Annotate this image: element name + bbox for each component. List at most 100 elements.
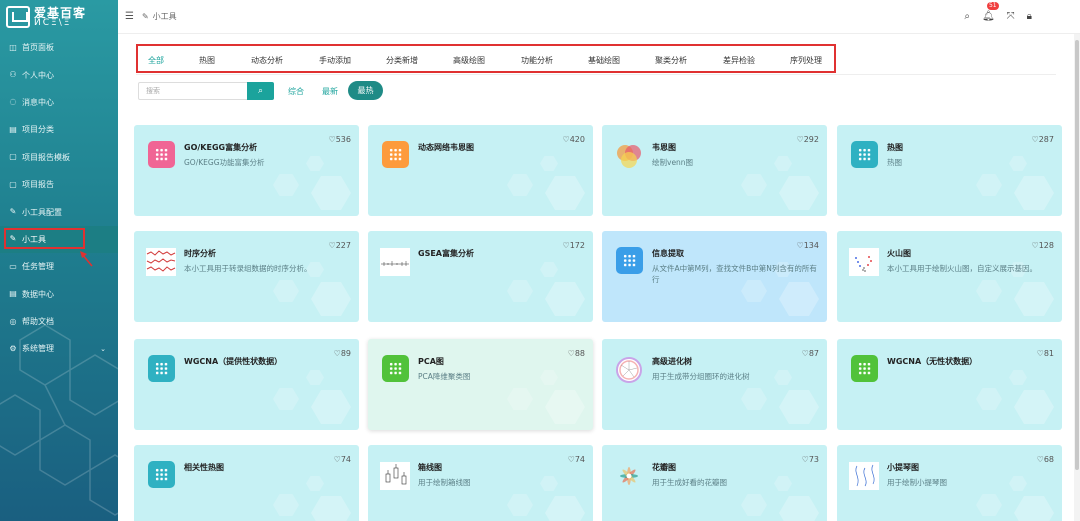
sort-hottest[interactable]: 最热 bbox=[348, 81, 383, 100]
lock-icon[interactable]: 🔒︎ bbox=[1027, 11, 1032, 22]
sidebar-item-label: 首页面板 bbox=[22, 43, 54, 53]
tool-card[interactable]: 相关性热图 ♡74 bbox=[134, 445, 359, 521]
tool-card[interactable]: 火山图 本小工具用于绘制火山图，自定义展示基因。 ♡128 bbox=[837, 231, 1062, 322]
tab-category-new[interactable]: 分类新增 bbox=[386, 55, 418, 66]
app-grid-icon bbox=[382, 355, 409, 382]
settings-icon: ⚙ bbox=[9, 343, 17, 353]
sidebar-item-label: 数据中心 bbox=[22, 289, 54, 299]
sort-newest[interactable]: 最新 bbox=[322, 86, 338, 97]
tool-card[interactable]: 韦恩图 绘制venn图 ♡292 bbox=[602, 125, 827, 216]
card-likes[interactable]: ♡172 bbox=[563, 241, 585, 250]
card-likes[interactable]: ♡292 bbox=[797, 135, 819, 144]
scrollbar-thumb[interactable] bbox=[1075, 40, 1079, 470]
sidebar-item-help[interactable]: ◎ 帮助文档 bbox=[0, 308, 118, 335]
tool-card[interactable]: WGCNA（无性状数据） ♡81 bbox=[837, 339, 1062, 430]
card-desc: 用于绘制箱线图 bbox=[418, 478, 471, 487]
card-likes[interactable]: ♡68 bbox=[1037, 455, 1054, 464]
app-grid-icon bbox=[851, 141, 878, 168]
logo-title: 爱基百客 bbox=[34, 5, 87, 20]
menu-toggle-icon[interactable]: ☰ bbox=[125, 11, 134, 22]
topbar: ☰ ✎ 小工具 ⌕ 🔔︎ 51 ⤧ 🔒︎ bbox=[118, 0, 1080, 34]
card-title: WGCNA（无性状数据） bbox=[887, 357, 978, 366]
sidebar-item-label: 系统管理 bbox=[22, 344, 54, 354]
tool-card[interactable]: 箱线图 用于绘制箱线图 ♡74 bbox=[368, 445, 593, 521]
sort-comprehensive[interactable]: 综合 bbox=[288, 86, 304, 97]
sidebar-item-data-center[interactable]: ▤ 数据中心 bbox=[0, 281, 118, 308]
sidebar-item-profile[interactable]: ⚇ 个人中心 bbox=[0, 61, 118, 88]
tab-all[interactable]: 全部 bbox=[148, 55, 164, 66]
sidebar-item-label: 项目分类 bbox=[22, 125, 54, 135]
tab-sequence-processing[interactable]: 序列处理 bbox=[790, 55, 822, 66]
gsea-thumbnail-icon bbox=[380, 247, 410, 277]
petal-thumbnail-icon bbox=[614, 461, 644, 491]
fullscreen-icon[interactable]: ⤧ bbox=[1007, 11, 1015, 22]
search-icon[interactable]: ⌕ bbox=[964, 11, 970, 22]
card-likes[interactable]: ♡87 bbox=[802, 349, 819, 358]
card-title: 信息提取 bbox=[652, 249, 684, 258]
tab-dynamic-analysis[interactable]: 动态分析 bbox=[251, 55, 283, 66]
tool-card[interactable]: WGCNA（提供性状数据） ♡89 bbox=[134, 339, 359, 430]
card-desc: 从文件A中第M列，查找文件B中第N列含有的所有行 bbox=[652, 264, 817, 284]
card-desc: PCA降维聚类图 bbox=[418, 372, 471, 381]
tool-card[interactable]: GSEA富集分析 ♡172 bbox=[368, 231, 593, 322]
tab-heatmap[interactable]: 热图 bbox=[199, 55, 215, 66]
card-likes[interactable]: ♡74 bbox=[334, 455, 351, 464]
phylo-tree-thumbnail-icon bbox=[614, 355, 644, 385]
card-likes[interactable]: ♡536 bbox=[329, 135, 351, 144]
card-title: 相关性热图 bbox=[184, 463, 224, 472]
card-desc: 本小工具用于转录组数据的时序分析。 bbox=[184, 264, 312, 273]
card-likes[interactable]: ♡134 bbox=[797, 241, 819, 250]
tool-card[interactable]: 花瓣图 用于生成好看的花瓣图 ♡73 bbox=[602, 445, 827, 521]
sidebar-item-report[interactable]: ▢ 项目报告 bbox=[0, 171, 118, 198]
search-button[interactable]: ⌕ bbox=[247, 82, 274, 100]
sidebar-item-label: 帮助文档 bbox=[22, 317, 54, 327]
sidebar-item-messages[interactable]: ◌ 消息中心 bbox=[0, 89, 118, 116]
card-likes[interactable]: ♡73 bbox=[802, 455, 819, 464]
sidebar: 爱基百客 ИCΞ\Ξ ◫ 首页面板 ⚇ 个人中心 ◌ 消息中心 ▤ 项目分类 ▢ 项目报告… bbox=[0, 0, 118, 521]
sidebar-item-dashboard[interactable]: ◫ 首页面板 bbox=[0, 34, 118, 61]
tool-card[interactable]: 时序分析 本小工具用于转录组数据的时序分析。 ♡227 bbox=[134, 231, 359, 322]
sidebar-item-report-template[interactable]: ▢ 项目报告模板 bbox=[0, 144, 118, 171]
tool-card[interactable]: 小提琴图 用于绘制小提琴图 ♡68 bbox=[837, 445, 1062, 521]
card-likes[interactable]: ♡74 bbox=[568, 455, 585, 464]
tab-function-analysis[interactable]: 功能分析 bbox=[521, 55, 553, 66]
logo-subtitle: ИCΞ\Ξ bbox=[34, 17, 72, 28]
card-likes[interactable]: ♡89 bbox=[334, 349, 351, 358]
card-desc: 用于绘制小提琴图 bbox=[887, 478, 947, 487]
card-title: 时序分析 bbox=[184, 249, 216, 258]
card-title: 箱线图 bbox=[418, 463, 442, 472]
logo[interactable]: 爱基百客 ИCΞ\Ξ bbox=[0, 0, 118, 34]
card-likes[interactable]: ♡81 bbox=[1037, 349, 1054, 358]
sidebar-item-system[interactable]: ⚙ 系统管理 ⌄ bbox=[0, 335, 118, 362]
tab-cluster-analysis[interactable]: 聚类分析 bbox=[655, 55, 687, 66]
sidebar-item-tool-config[interactable]: ✎ 小工具配置 bbox=[0, 198, 118, 225]
card-likes[interactable]: ♡128 bbox=[1032, 241, 1054, 250]
tool-card[interactable]: 热图 热图 ♡287 bbox=[837, 125, 1062, 216]
violin-thumbnail-icon bbox=[849, 461, 879, 491]
notification-button[interactable]: 🔔︎ 51 bbox=[982, 2, 999, 22]
tab-basic-plot[interactable]: 基础绘图 bbox=[588, 55, 620, 66]
tab-manual-add[interactable]: 手动添加 bbox=[319, 55, 351, 66]
tab-difference-test[interactable]: 差异检验 bbox=[723, 55, 755, 66]
sidebar-item-project-category[interactable]: ▤ 项目分类 bbox=[0, 116, 118, 143]
tool-card[interactable]: GO/KEGG富集分析 GO/KEGG功能富集分析 ♡536 bbox=[134, 125, 359, 216]
app-grid-icon bbox=[851, 355, 878, 382]
tool-card[interactable]: PCA图 PCA降维聚类图 ♡88 bbox=[368, 339, 593, 430]
tool-card[interactable]: 高级进化树 用于生成带分组圈环的进化树 ♡87 bbox=[602, 339, 827, 430]
card-title: 动态网络韦恩图 bbox=[418, 143, 474, 152]
card-likes[interactable]: ♡420 bbox=[563, 135, 585, 144]
card-likes[interactable]: ♡227 bbox=[329, 241, 351, 250]
card-likes[interactable]: ♡88 bbox=[568, 349, 585, 358]
card-likes[interactable]: ♡287 bbox=[1032, 135, 1054, 144]
search-input[interactable]: 搜索 bbox=[138, 82, 248, 100]
sidebar-item-tasks[interactable]: ▭ 任务管理 bbox=[0, 253, 118, 280]
tool-card[interactable]: 动态网络韦恩图 ♡420 bbox=[368, 125, 593, 216]
sidebar-nav: ◫ 首页面板 ⚇ 个人中心 ◌ 消息中心 ▤ 项目分类 ▢ 项目报告模板 ▢ 项目报告 ✎ 小… bbox=[0, 34, 118, 363]
tool-card[interactable]: 信息提取 从文件A中第M列，查找文件B中第N列含有的所有行 ♡134 bbox=[602, 231, 827, 322]
sidebar-item-label: 个人中心 bbox=[22, 70, 54, 80]
sidebar-item-label: 小工具配置 bbox=[22, 207, 62, 217]
app-grid-icon bbox=[148, 141, 175, 168]
search-icon: ⌕ bbox=[257, 86, 264, 96]
tab-advanced-plot[interactable]: 高级绘图 bbox=[453, 55, 485, 66]
data-icon: ▤ bbox=[9, 289, 17, 299]
